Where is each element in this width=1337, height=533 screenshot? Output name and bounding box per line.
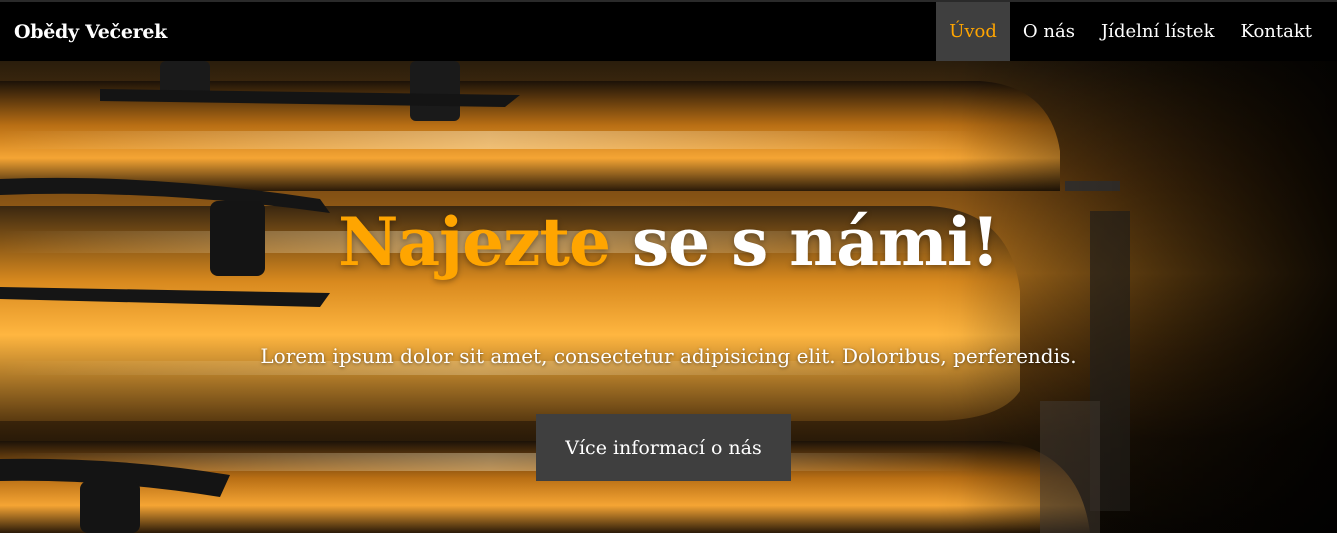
- more-info-button[interactable]: Více informací o nás: [536, 414, 791, 481]
- nav-item-uvod: Úvod: [936, 2, 1010, 61]
- hero-title: Najezte se s námi!: [0, 209, 1337, 275]
- hero-section: Najezte se s námi! Lorem ipsum dolor sit…: [0, 61, 1337, 533]
- nav-item-jidelni-listek: Jídelní lístek: [1088, 2, 1228, 61]
- brand-logo[interactable]: Obědy Večerek: [0, 2, 167, 61]
- nav-item-kontakt: Kontakt: [1228, 2, 1326, 61]
- hero-title-accent: Najezte: [338, 203, 611, 281]
- hero-content: Najezte se s námi! Lorem ipsum dolor sit…: [0, 61, 1337, 533]
- navbar: Obědy Večerek Úvod O nás Jídelní lístek …: [0, 0, 1337, 61]
- nav-link-o-nas[interactable]: O nás: [1010, 2, 1088, 61]
- hero-subtitle: Lorem ipsum dolor sit amet, consectetur …: [260, 344, 1077, 368]
- nav-menu: Úvod O nás Jídelní lístek Kontakt: [936, 2, 1337, 61]
- nav-link-uvod[interactable]: Úvod: [936, 2, 1010, 61]
- nav-link-jidelni-listek[interactable]: Jídelní lístek: [1088, 2, 1228, 61]
- hero-title-rest: se s námi!: [610, 203, 1000, 281]
- nav-item-o-nas: O nás: [1010, 2, 1088, 61]
- page: Obědy Večerek Úvod O nás Jídelní lístek …: [0, 0, 1337, 533]
- nav-link-kontakt[interactable]: Kontakt: [1228, 2, 1326, 61]
